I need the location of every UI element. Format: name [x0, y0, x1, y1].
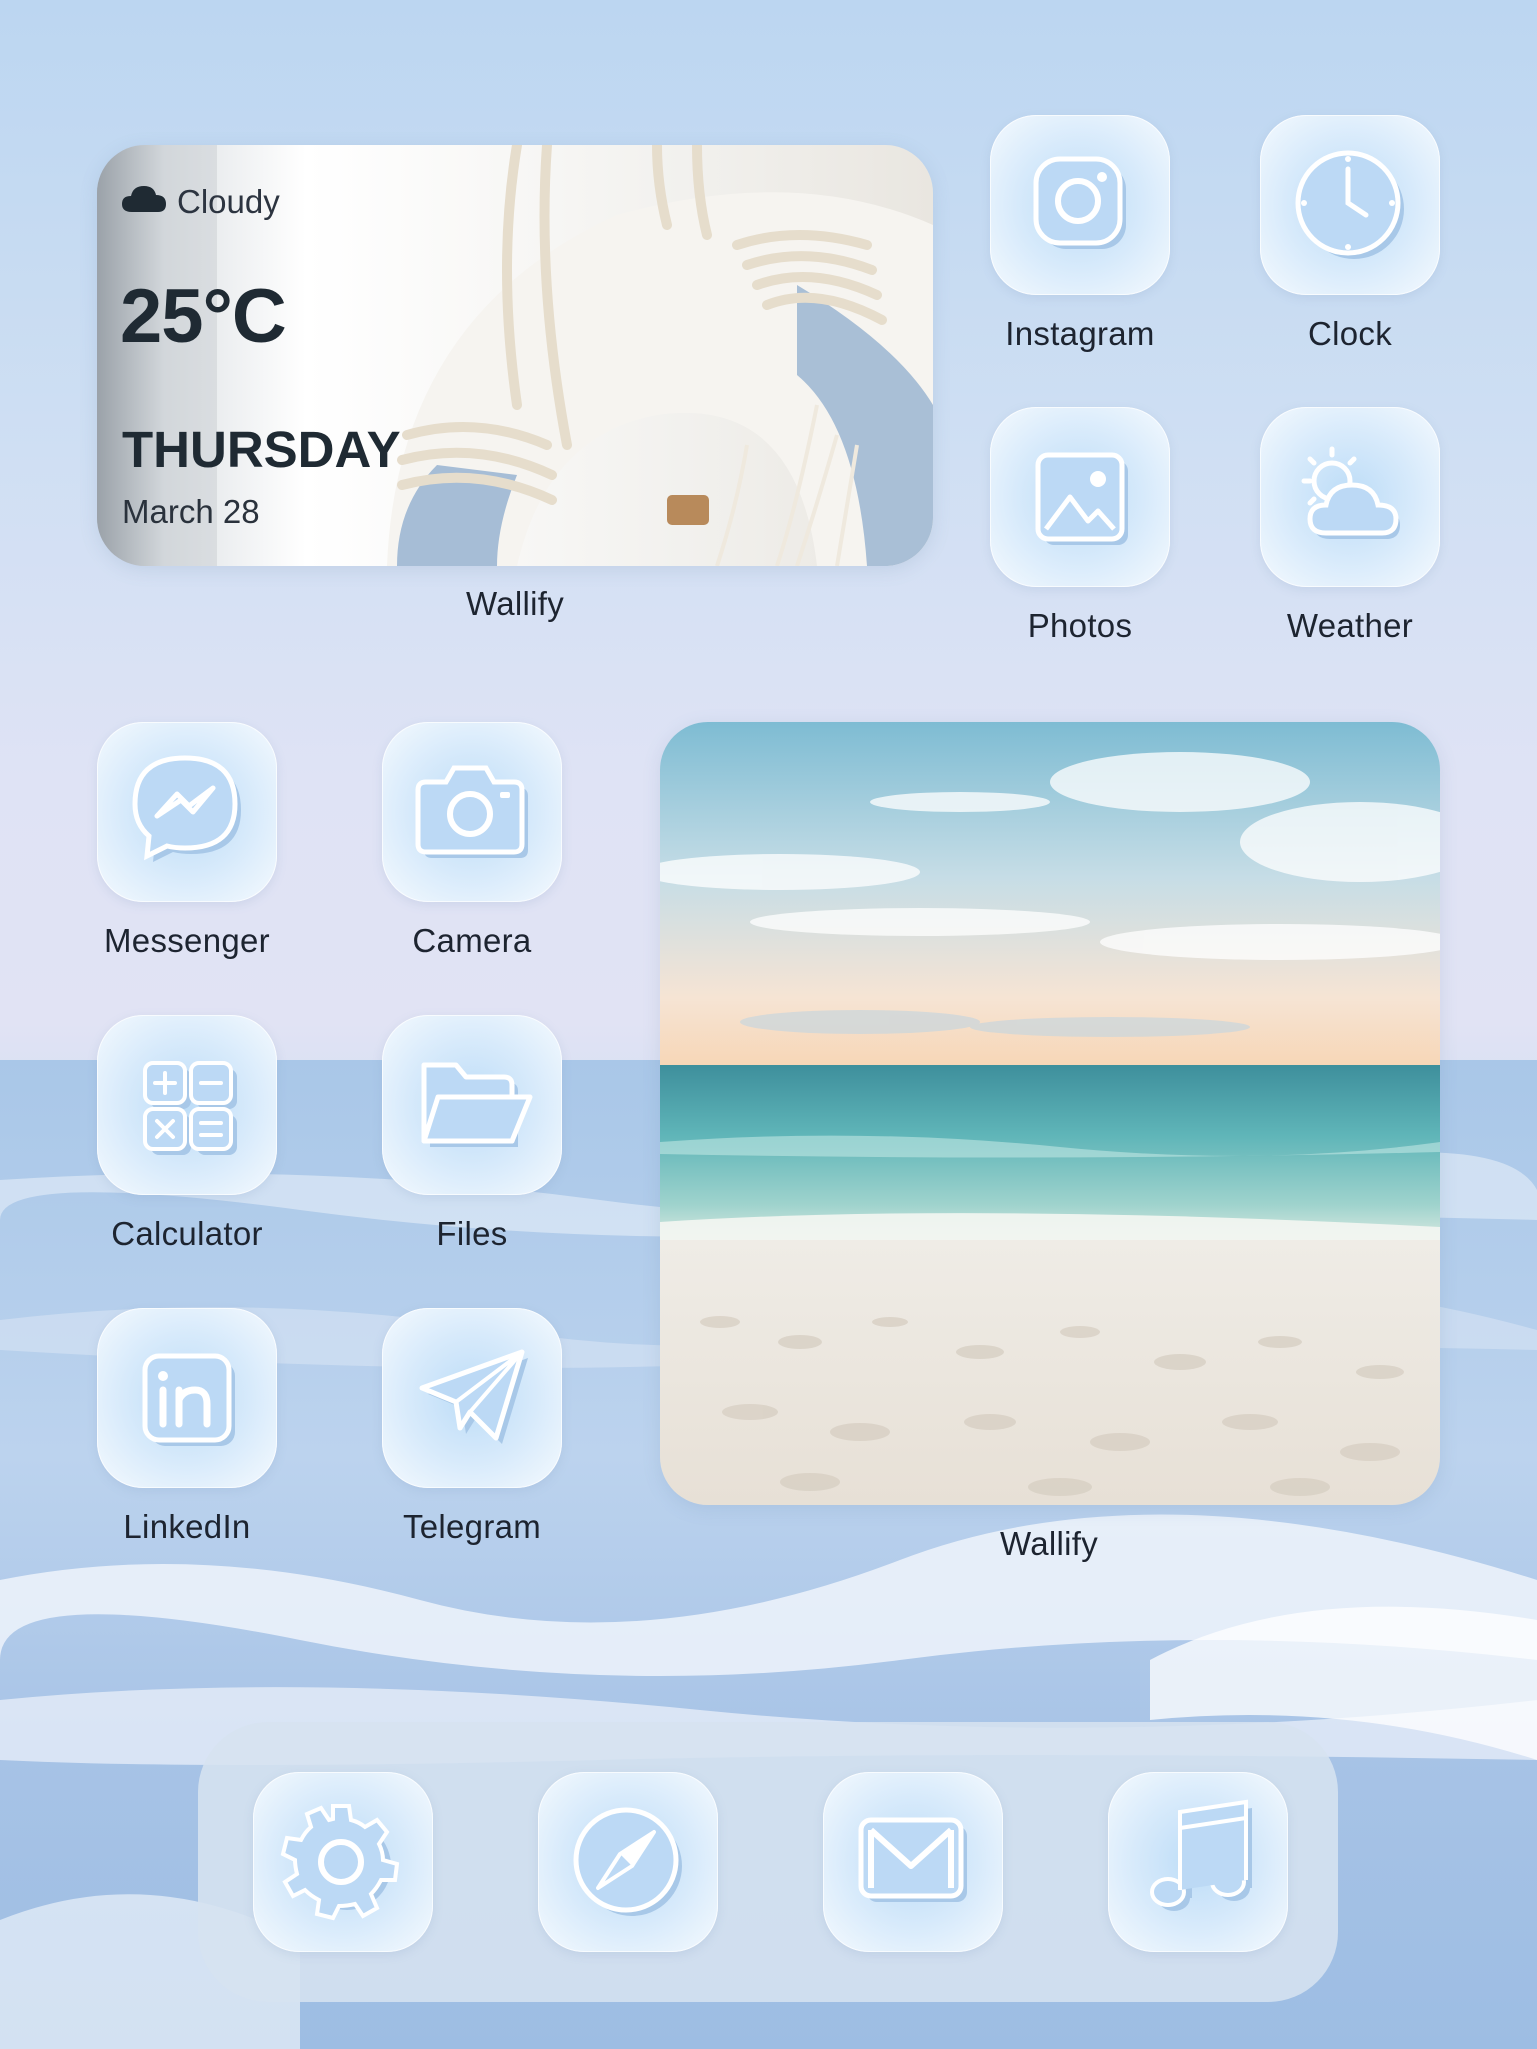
folder-icon: [421, 1062, 533, 1147]
linkedin-icon: [142, 1353, 235, 1446]
compass-icon: [573, 1807, 682, 1916]
telegram-icon: [419, 1349, 528, 1444]
cloud-icon: [122, 186, 166, 212]
weather-icon: [1301, 446, 1400, 539]
beach-photo: [660, 722, 1440, 1505]
label-telegram: Telegram: [402, 1508, 542, 1545]
photos-icon: [1035, 452, 1128, 545]
weather-widget-label: Wallify: [465, 585, 565, 622]
dock-music[interactable]: [1108, 1772, 1288, 1952]
app-messenger[interactable]: [97, 722, 277, 902]
weather-day: THURSDAY: [122, 421, 401, 478]
label-clock: Clock: [1307, 315, 1393, 352]
label-instagram: Instagram: [1005, 315, 1155, 352]
label-weather: Weather: [1286, 607, 1414, 644]
photo-widget[interactable]: [660, 722, 1440, 1505]
camera-icon: [415, 765, 528, 858]
app-files[interactable]: [382, 1015, 562, 1195]
weather-date: March 28: [122, 493, 260, 530]
label-calculator: Calculator: [111, 1215, 263, 1252]
photo-widget-label: Wallify: [999, 1525, 1099, 1562]
app-photos[interactable]: [990, 407, 1170, 587]
app-telegram[interactable]: [382, 1308, 562, 1488]
dock-settings[interactable]: [253, 1772, 433, 1952]
calculator-icon: [143, 1061, 237, 1155]
instagram-icon: [1033, 156, 1126, 249]
label-photos: Photos: [1027, 607, 1133, 644]
app-clock[interactable]: [1260, 115, 1440, 295]
dock-mail[interactable]: [823, 1772, 1003, 1952]
app-linkedin[interactable]: [97, 1308, 277, 1488]
messenger-icon: [132, 755, 241, 862]
label-camera: Camera: [412, 922, 532, 959]
dock-safari[interactable]: [538, 1772, 718, 1952]
label-linkedin: LinkedIn: [123, 1508, 251, 1545]
label-files: Files: [436, 1215, 508, 1252]
weather-temperature: 25°C: [120, 274, 287, 359]
app-weather[interactable]: [1260, 407, 1440, 587]
clock-icon: [1295, 150, 1404, 259]
label-messenger: Messenger: [104, 922, 270, 959]
mail-icon: [858, 1817, 967, 1902]
app-camera[interactable]: [382, 722, 562, 902]
app-calculator[interactable]: [97, 1015, 277, 1195]
weather-condition: Cloudy: [177, 183, 280, 220]
app-instagram[interactable]: [990, 115, 1170, 295]
gear-icon: [280, 1804, 400, 1921]
dock: [198, 1722, 1338, 2002]
weather-widget[interactable]: Cloudy 25°C THURSDAY March 28: [97, 145, 933, 566]
music-note-icon: [1150, 1799, 1252, 1911]
